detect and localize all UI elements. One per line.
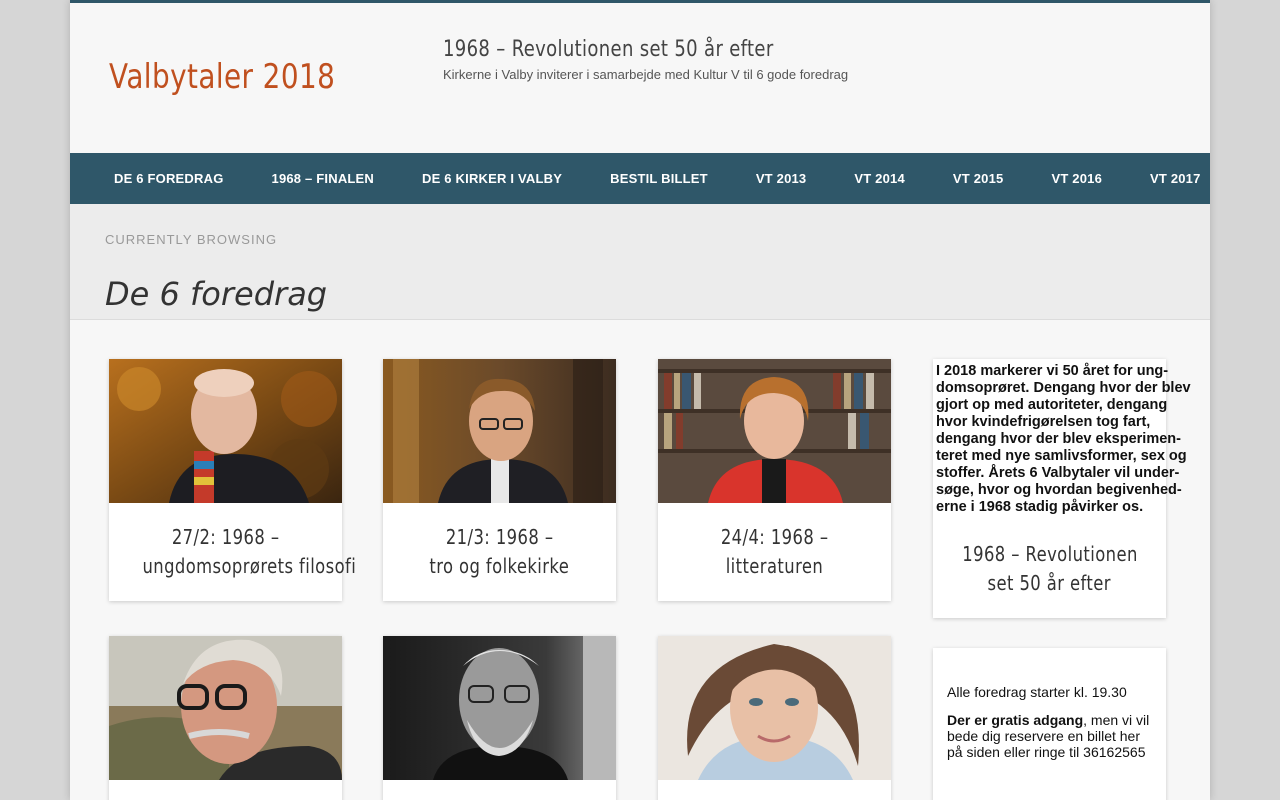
lecture-image[interactable] xyxy=(658,636,891,780)
tagline-title: 1968 – Revolutionen set 50 år efter xyxy=(443,37,774,62)
nav-item-bestil-billet[interactable]: BESTIL BILLET xyxy=(586,153,732,204)
intro-text-image: I 2018 markerer vi 50 året for ung- doms… xyxy=(933,359,1191,516)
lecture-card[interactable]: 24/4: 1968 – litteraturen xyxy=(658,359,891,601)
caption-line: 21/3: 1968 – xyxy=(445,525,554,549)
intro-text-line: stoffer. Årets 6 Valbytaler vil under- xyxy=(936,465,1180,481)
browsing-label: CURRENTLY BROWSING xyxy=(105,232,278,247)
info-card: Alle foredrag starter kl. 19.30 Der er g… xyxy=(933,648,1166,800)
caption-line: ungdomsoprørets filosofi xyxy=(142,554,357,578)
intro-text-line: dengang hvor der blev eksperimen- xyxy=(936,431,1181,447)
site-title-link[interactable]: Valbytaler 2018 xyxy=(109,57,335,97)
intro-text-line: I 2018 markerer vi 50 året for ung- xyxy=(936,363,1169,379)
admission-text: Der er gratis adgang, men vi vil bede di… xyxy=(947,712,1159,760)
nav-item-vt-2013[interactable]: VT 2013 xyxy=(732,153,831,204)
intro-text-line: teret med nye samlivsformer, sex og xyxy=(936,448,1187,464)
caption-line: 24/4: 1968 – xyxy=(720,525,829,549)
lecture-caption[interactable]: 21/3: 1968 – tro og folkekirke xyxy=(383,503,616,601)
intro-card[interactable]: I 2018 markerer vi 50 året for ung- doms… xyxy=(933,359,1191,618)
nav-item-de-6-foredrag[interactable]: DE 6 FOREDRAG xyxy=(90,153,248,204)
caption-line: tro og folkekirke xyxy=(429,554,570,578)
lecture-card[interactable] xyxy=(383,636,616,800)
lecture-image[interactable] xyxy=(383,636,616,780)
intro-text-line: søge, hvor og hvordan begivenhed- xyxy=(936,482,1182,498)
main-navigation: DE 6 FOREDRAG 1968 – FINALEN DE 6 KIRKER… xyxy=(70,153,1210,204)
lecture-image[interactable] xyxy=(658,359,891,503)
lecture-image[interactable] xyxy=(383,359,616,503)
admission-bold: Der er gratis adgang xyxy=(947,712,1084,728)
lecture-card[interactable]: 21/3: 1968 – tro og folkekirke xyxy=(383,359,616,601)
caption-line: 27/2: 1968 – xyxy=(171,525,280,549)
nav-item-vt-2016[interactable]: VT 2016 xyxy=(1027,153,1126,204)
lecture-caption[interactable]: 27/2: 1968 – ungdomsoprørets filosofi xyxy=(109,503,355,601)
caption-line: litteraturen xyxy=(725,554,824,578)
page: Valbytaler 2018 1968 – Revolutionen set … xyxy=(70,0,1210,800)
nav-item-de-6-kirker[interactable]: DE 6 KIRKER I VALBY xyxy=(398,153,586,204)
lecture-image[interactable] xyxy=(109,636,342,780)
browsing-banner: CURRENTLY BROWSING De 6 foredrag xyxy=(70,204,1210,320)
lecture-card[interactable] xyxy=(658,636,891,800)
nav-item-vt-2017[interactable]: VT 2017 xyxy=(1126,153,1210,204)
lecture-image[interactable] xyxy=(109,359,342,503)
intro-text-line: erne i 1968 stadig påvirker os. xyxy=(936,499,1144,515)
nav-item-1968-finalen[interactable]: 1968 – FINALEN xyxy=(248,153,399,204)
intro-caption[interactable]: 1968 – Revolutionen set 50 år efter xyxy=(933,516,1166,618)
page-title: De 6 foredrag xyxy=(105,275,328,314)
nav-item-vt-2015[interactable]: VT 2015 xyxy=(929,153,1028,204)
lecture-card[interactable] xyxy=(109,636,342,800)
tagline-subtitle: Kirkerne i Valby inviterer i samarbejde … xyxy=(443,67,849,82)
start-time-text: Alle foredrag starter kl. 19.30 xyxy=(947,684,1127,700)
site-header: Valbytaler 2018 1968 – Revolutionen set … xyxy=(70,3,1210,153)
intro-text-line: domsoprøret. Dengang hvor der blev xyxy=(936,380,1191,396)
intro-text-line: hvor kvindefrigørelsen tog fart, xyxy=(936,414,1151,430)
caption-line: 1968 – Revolutionen xyxy=(962,542,1138,566)
nav-item-vt-2014[interactable]: VT 2014 xyxy=(830,153,929,204)
intro-text-line: gjort op med autoriteter, dengang xyxy=(936,397,1168,413)
caption-line: set 50 år efter xyxy=(987,571,1112,595)
lecture-card[interactable]: 27/2: 1968 – ungdomsoprørets filosofi xyxy=(109,359,356,601)
lecture-caption[interactable]: 24/4: 1968 – litteraturen xyxy=(658,503,891,601)
